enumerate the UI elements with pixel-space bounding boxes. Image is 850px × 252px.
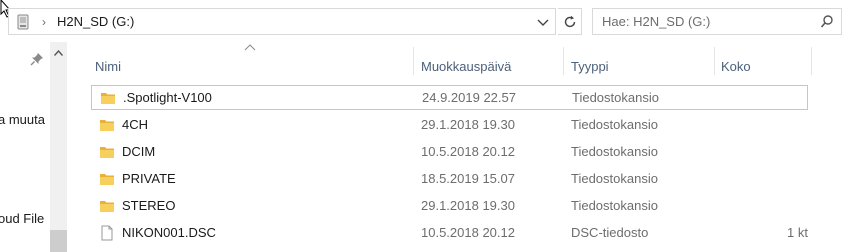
search-icon[interactable] (820, 14, 834, 30)
address-path[interactable]: H2N_SD (G:) (57, 13, 134, 31)
column-divider[interactable] (811, 47, 812, 75)
file-list: Nimi Muokkauspäivä Tyyppi Koko .Spotligh… (88, 42, 850, 252)
column-header-type[interactable]: Tyyppi (571, 50, 609, 84)
file-modified: 29.1.2018 19.30 (421, 117, 515, 132)
address-toolbar: › H2N_SD (G:) Hae: H2N_SD (G:) (0, 0, 850, 42)
nav-item[interactable]: oud File (0, 211, 44, 227)
file-name[interactable]: STEREO (122, 197, 175, 215)
file-type: Tiedostokansio (571, 117, 658, 132)
sort-ascending-icon (244, 44, 256, 51)
file-row[interactable]: DCIM 10.5.2018 20.12 Tiedostokansio (91, 140, 808, 165)
file-row[interactable]: NIKON001.DSC 10.5.2018 20.12 DSC-tiedost… (91, 221, 808, 246)
column-header-name[interactable]: Nimi (95, 50, 121, 84)
chevron-right-icon[interactable]: › (39, 13, 49, 31)
file-type: DSC-tiedosto (571, 225, 649, 240)
refresh-icon (564, 15, 576, 28)
file-name[interactable]: DCIM (122, 143, 155, 161)
search-placeholder[interactable]: Hae: H2N_SD (G:) (602, 13, 710, 31)
file-modified: 10.5.2018 20.12 (421, 225, 515, 240)
file-row[interactable]: PRIVATE 18.5.2019 15.07 Tiedostokansio (91, 167, 808, 192)
file-name[interactable]: NIKON001.DSC (122, 224, 216, 242)
address-bar[interactable]: › H2N_SD (G:) (8, 8, 556, 35)
file-name[interactable]: PRIVATE (122, 170, 176, 188)
file-row[interactable]: STEREO 29.1.2018 19.30 Tiedostokansio (91, 194, 808, 219)
scrollbar-thumb[interactable] (50, 230, 67, 252)
file-modified: 29.1.2018 19.30 (421, 198, 515, 213)
nav-scrollbar[interactable] (50, 42, 67, 252)
scroll-up-icon[interactable] (54, 50, 63, 56)
file-type: Tiedostokansio (571, 144, 658, 159)
file-icon (101, 225, 113, 241)
refresh-button[interactable] (558, 8, 582, 35)
folder-icon (101, 93, 115, 104)
file-type: Tiedostokansio (572, 90, 659, 105)
file-size: 1 kt (787, 225, 808, 240)
file-size (748, 143, 808, 161)
file-modified: 18.5.2019 15.07 (421, 171, 515, 186)
column-header-size[interactable]: Koko (721, 50, 751, 84)
folder-icon (100, 201, 114, 212)
chevron-down-icon[interactable] (535, 13, 551, 31)
file-row[interactable]: 4CH 29.1.2018 19.30 Tiedostokansio (91, 113, 808, 138)
file-type: Tiedostokansio (571, 171, 658, 186)
column-divider[interactable] (563, 47, 564, 75)
nav-item[interactable]: a muuta (0, 112, 45, 128)
file-name[interactable]: 4CH (122, 116, 148, 134)
file-modified: 10.5.2018 20.12 (421, 144, 515, 159)
folder-icon (100, 174, 114, 185)
file-modified: 24.9.2019 22.57 (422, 90, 516, 105)
column-divider[interactable] (714, 47, 715, 75)
column-divider[interactable] (413, 47, 414, 75)
folder-icon (100, 120, 114, 131)
file-row[interactable]: .Spotlight-V100 24.9.2019 22.57 Tiedosto… (91, 85, 808, 110)
pin-icon[interactable] (30, 52, 44, 66)
search-box[interactable]: Hae: H2N_SD (G:) (592, 8, 842, 35)
file-name[interactable]: .Spotlight-V100 (123, 89, 212, 107)
file-size (748, 197, 808, 215)
file-size (748, 116, 808, 134)
drive-icon (17, 14, 29, 30)
file-size (747, 89, 807, 107)
file-type: Tiedostokansio (571, 198, 658, 213)
folder-icon (100, 147, 114, 158)
file-size (748, 170, 808, 188)
column-header-modified[interactable]: Muokkauspäivä (421, 50, 511, 84)
